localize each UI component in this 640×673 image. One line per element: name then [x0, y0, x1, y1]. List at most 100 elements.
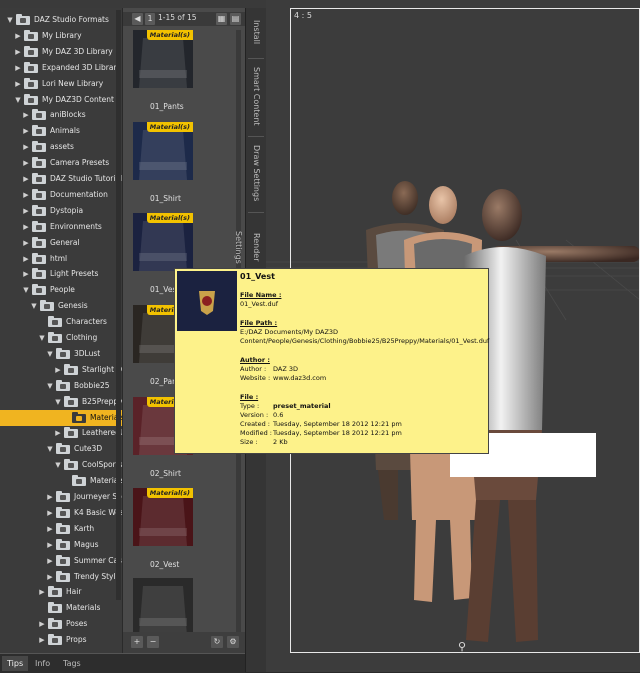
collapsed-arrow-icon[interactable]: ▶: [46, 521, 54, 537]
tree-item[interactable]: ▶LeatheredUp: [0, 425, 122, 441]
tree-item[interactable]: Materials: [0, 600, 122, 616]
tree-item[interactable]: ▶ Environments: [0, 219, 122, 235]
asset-thumbnail[interactable]: Material(s): [133, 122, 193, 180]
expanded-arrow-icon[interactable]: ▼: [46, 441, 54, 457]
add-button[interactable]: +: [131, 636, 143, 648]
viewport-gizmo-icon[interactable]: ⚲: [458, 640, 466, 653]
collapsed-arrow-icon[interactable]: ▶: [22, 203, 30, 219]
tree-item[interactable]: ▼ My DAZ3D Content: [0, 92, 122, 108]
remove-button[interactable]: −: [147, 636, 159, 648]
tree-item[interactable]: ▼ DAZ Studio Formats: [0, 12, 122, 28]
expanded-arrow-icon[interactable]: ▼: [46, 346, 54, 362]
expanded-arrow-icon[interactable]: ▼: [54, 457, 62, 473]
collapsed-arrow-icon[interactable]: ▶: [22, 155, 30, 171]
collapsed-arrow-icon[interactable]: ▶: [22, 171, 30, 187]
tree-item[interactable]: ▶ General: [0, 235, 122, 251]
expanded-arrow-icon[interactable]: ▼: [30, 298, 38, 314]
collapsed-arrow-icon[interactable]: ▶: [54, 425, 62, 441]
tree-item[interactable]: ▶ Camera Presets: [0, 155, 122, 171]
prev-page-button[interactable]: ◀: [132, 13, 143, 25]
collapsed-arrow-icon[interactable]: ▶: [46, 489, 54, 505]
asset-thumbnail[interactable]: Material(s): [133, 213, 193, 271]
tree-item[interactable]: ▶ Journeyer Scout: [0, 489, 122, 505]
tree-item[interactable]: ▶ Lori New Library: [0, 76, 122, 92]
tree-item-label: Materials: [66, 603, 101, 613]
collapsed-arrow-icon[interactable]: ▶: [22, 266, 30, 282]
tree-item[interactable]: ▶ Summer Casu...: [0, 553, 122, 569]
tree-item[interactable]: ▶ Expanded 3D Library: [0, 60, 122, 76]
collapsed-arrow-icon[interactable]: ▶: [46, 553, 54, 569]
side-tab-draw-settings[interactable]: Draw Settings: [247, 140, 265, 206]
collapsed-arrow-icon[interactable]: ▶: [14, 44, 22, 60]
tree-item[interactable]: ▶ My Library: [0, 28, 122, 44]
tree-item[interactable]: ▶ My DAZ 3D Library: [0, 44, 122, 60]
tree-item[interactable]: ▼ People: [0, 282, 122, 298]
tree-item[interactable]: ▶ html: [0, 251, 122, 267]
collapsed-arrow-icon[interactable]: ▶: [38, 616, 46, 632]
collapsed-arrow-icon[interactable]: ▶: [46, 569, 54, 585]
expanded-arrow-icon[interactable]: ▼: [22, 282, 30, 298]
collapsed-arrow-icon[interactable]: ▶: [22, 235, 30, 251]
expanded-arrow-icon[interactable]: ▼: [6, 12, 14, 28]
collapsed-arrow-icon[interactable]: ▶: [46, 537, 54, 553]
tree-item[interactable]: ▶ Dystopia: [0, 203, 122, 219]
collapsed-arrow-icon[interactable]: ▶: [22, 139, 30, 155]
collapsed-arrow-icon[interactable]: ▶: [14, 60, 22, 76]
tab-info[interactable]: Info: [30, 656, 55, 671]
tree-item[interactable]: ▶ Props: [0, 632, 122, 648]
tab-tags[interactable]: Tags: [58, 656, 86, 671]
tree-item[interactable]: ▶ Magus: [0, 537, 122, 553]
tree-item[interactable]: ▶ Animals: [0, 123, 122, 139]
refresh-icon[interactable]: ↻: [211, 636, 223, 648]
tree-item[interactable]: ▶Starlight Dress: [0, 362, 122, 378]
tree-scrollbar[interactable]: [116, 10, 121, 600]
tree-item[interactable]: Characters: [0, 314, 122, 330]
list-view-icon[interactable]: ▤: [230, 13, 241, 25]
collapsed-arrow-icon[interactable]: ▶: [38, 584, 46, 600]
collapsed-arrow-icon[interactable]: ▶: [22, 219, 30, 235]
tree-item[interactable]: ▶ Documentation: [0, 187, 122, 203]
collapsed-arrow-icon[interactable]: ▶: [14, 28, 22, 44]
collapsed-arrow-icon[interactable]: ▶: [54, 362, 62, 378]
expanded-arrow-icon[interactable]: ▼: [54, 394, 62, 410]
tree-item[interactable]: ▶ Karth: [0, 521, 122, 537]
asset-thumbnail[interactable]: Material(s): [133, 488, 193, 546]
collapsed-arrow-icon[interactable]: ▶: [22, 107, 30, 123]
collapsed-arrow-icon[interactable]: ▶: [22, 187, 30, 203]
tree-item[interactable]: ▶ Light Presets: [0, 266, 122, 282]
tree-item[interactable]: ▶ assets: [0, 139, 122, 155]
collapsed-arrow-icon[interactable]: ▶: [22, 251, 30, 267]
side-tab-install[interactable]: Install: [247, 12, 265, 52]
collapsed-arrow-icon[interactable]: ▶: [46, 505, 54, 521]
collapsed-arrow-icon[interactable]: ▶: [14, 76, 22, 92]
asset-thumbnail[interactable]: [133, 578, 193, 636]
content-tree[interactable]: ▼ DAZ Studio Formats ▶ My Library ▶ My DAZ 3D…: [0, 8, 122, 653]
grid-view-icon[interactable]: ▦: [216, 13, 227, 25]
folder-icon: [64, 427, 78, 439]
collapsed-arrow-icon[interactable]: ▶: [22, 123, 30, 139]
tree-item[interactable]: ▼ Bobbie25: [0, 378, 122, 394]
tree-item[interactable]: ▶ Hair: [0, 584, 122, 600]
tree-item[interactable]: ▼ CoolSports: [0, 457, 122, 473]
tree-item[interactable]: ▶ aniBlocks: [0, 107, 122, 123]
side-tab-smart-content[interactable]: Smart Content: [247, 62, 265, 130]
expanded-arrow-icon[interactable]: ▼: [38, 330, 46, 346]
tab-tips[interactable]: Tips: [2, 656, 29, 671]
expanded-arrow-icon[interactable]: ▼: [14, 92, 22, 108]
tree-item[interactable]: ▶ Poses: [0, 616, 122, 632]
tree-item[interactable]: ▼ 3DLust: [0, 346, 122, 362]
asset-thumbnail[interactable]: Material(s): [133, 30, 193, 88]
tree-item[interactable]: ▶ K4 Basic Wear: [0, 505, 122, 521]
expanded-arrow-icon[interactable]: ▼: [46, 378, 54, 394]
tree-item[interactable]: ▶ Trendy Style: [0, 569, 122, 585]
tree-item[interactable]: ▼ Genesis: [0, 298, 122, 314]
settings-icon[interactable]: ⚙: [227, 636, 239, 648]
page-number[interactable]: 1: [145, 13, 155, 25]
tree-item[interactable]: ▶ DAZ Studio Tutorials: [0, 171, 122, 187]
tree-item[interactable]: ▼ Clothing: [0, 330, 122, 346]
tree-item[interactable]: ▼ Cute3D: [0, 441, 122, 457]
collapsed-arrow-icon[interactable]: ▶: [38, 632, 46, 648]
tree-item[interactable]: Materials: [0, 409, 122, 426]
tree-item[interactable]: ▼ B25Preppy: [0, 394, 122, 410]
tree-item[interactable]: Materials: [0, 473, 122, 489]
